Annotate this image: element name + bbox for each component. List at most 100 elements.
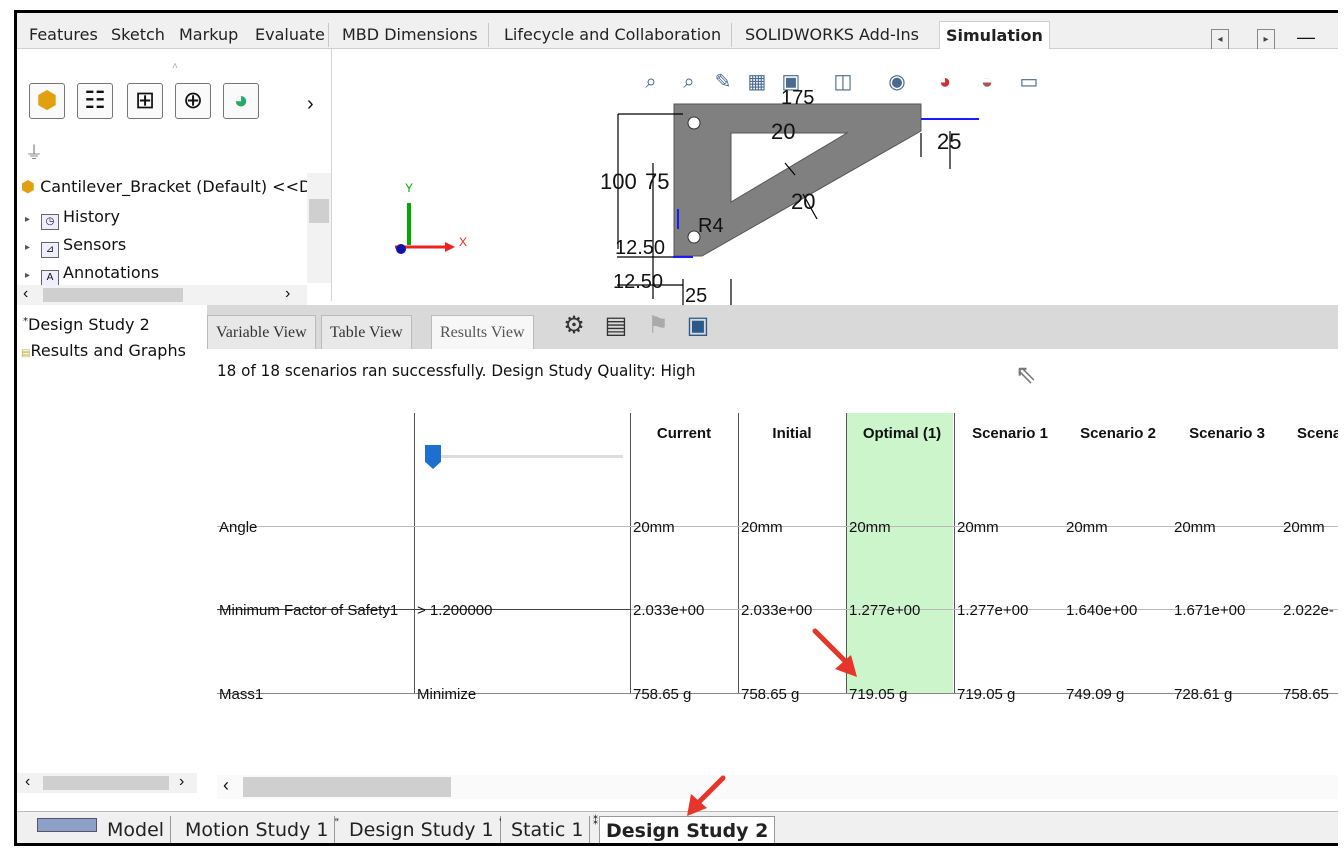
table-cell: 749.09 g — [1066, 686, 1125, 703]
tab-lifecycle-collaboration[interactable]: Lifecycle and Collaboration — [504, 21, 721, 49]
tree-item-sensors[interactable]: ▸ ⊿ Sensors — [25, 235, 126, 258]
row-name-factor-of-safety: Minimum Factor of Safety1 — [219, 602, 399, 619]
tab-static-1[interactable]: Static 1 — [505, 816, 591, 843]
command-manager-tabs: Features Sketch Markup Evaluate MBD Dime… — [17, 13, 1338, 51]
col-header-scenario-2: Scenario 2 — [1080, 425, 1156, 442]
scenario-slider-track[interactable] — [427, 455, 623, 458]
expand-arrow-icon[interactable]: ▸ — [25, 242, 41, 253]
mouse-cursor-icon: ⇖ — [1015, 359, 1037, 389]
tab-markup[interactable]: Markup — [179, 21, 238, 49]
table-cell: 758.65 — [1283, 686, 1329, 703]
table-cell: 2.033e+00 — [633, 602, 705, 619]
dimension-175[interactable]: 175 — [781, 87, 814, 110]
table-cell-optimal-mass: 719.05 g — [849, 686, 908, 703]
part-small-icon: ⬢ — [21, 177, 35, 196]
col-header-scenario-3: Scenario 3 — [1189, 425, 1265, 442]
dimension-75[interactable]: 75 — [645, 169, 669, 195]
col-header-optimal: Optimal (1) — [862, 425, 942, 442]
chevron-right-icon[interactable]: › — [307, 93, 314, 116]
tree-root-part[interactable]: ⬢ Cantilever_Bracket (Default) <<D — [21, 177, 311, 196]
settings-gear-icon[interactable]: ⚙ — [557, 309, 591, 343]
dimxpert-icon[interactable]: ⊕ — [175, 83, 211, 119]
dimension-20-diagonal[interactable]: 20 — [791, 189, 815, 215]
triad-x-label: X — [459, 235, 468, 249]
tab-design-study-1[interactable]: Design Study 1 — [343, 816, 501, 843]
tab-simulation[interactable]: Simulation — [939, 21, 1050, 49]
table-cell: 1.671e+00 — [1174, 602, 1246, 619]
graphics-area[interactable]: ⌕ ⌕ ✎ ▦ ▣ ◫ ◉ ◕ ◒ ▭ Y X 175 20 25 100 75… — [333, 49, 1338, 307]
scrollbar-thumb[interactable] — [243, 777, 451, 797]
tab-solidworks-add-ins[interactable]: SOLIDWORKS Add-Ins — [745, 21, 919, 49]
expand-arrow-icon[interactable]: ▸ — [25, 270, 41, 281]
tab-results-view[interactable]: Results View — [431, 315, 534, 349]
sensors-icon: ⊿ — [41, 242, 59, 258]
table-cell: 20mm — [741, 519, 783, 536]
annotations-icon: A — [41, 270, 59, 286]
table-cell: 728.61 g — [1174, 686, 1233, 703]
part-icon[interactable]: ⬢ — [29, 83, 65, 119]
tab-variable-view[interactable]: Variable View — [207, 315, 316, 349]
bracket-drawing — [395, 103, 979, 305]
minimize-icon[interactable]: — — [1297, 27, 1315, 48]
tab-evaluate[interactable]: Evaluate — [255, 21, 325, 49]
tab-model[interactable]: Model — [101, 816, 172, 843]
table-cell: 20mm — [957, 519, 999, 536]
dimension-20-top[interactable]: 20 — [771, 119, 795, 145]
dimension-12-50-lower[interactable]: 12.50 — [613, 271, 663, 294]
tab-features[interactable]: Features — [29, 21, 98, 49]
table-cell: 20mm — [1174, 519, 1216, 536]
history-icon: ◷ — [41, 214, 59, 230]
annotation-arrow-icon — [687, 775, 726, 816]
results-hscrollbar[interactable]: ‹ — [217, 775, 1338, 799]
tab-sketch[interactable]: Sketch — [111, 21, 165, 49]
study-type-icon: ‛ — [499, 816, 502, 830]
display-manager-icon[interactable]: ◕ — [223, 83, 259, 119]
col-header-scenario-1: Scenario 1 — [972, 425, 1048, 442]
expand-arrow-icon[interactable]: ▸ — [25, 214, 41, 225]
study-tree-root[interactable]: *Design Study 2 — [23, 315, 150, 334]
col-header-initial: Initial — [772, 425, 812, 442]
row-name-mass: Mass1 — [219, 686, 264, 703]
tree-vertical-scrollbar[interactable] — [307, 173, 331, 283]
dimension-100[interactable]: 100 — [600, 169, 637, 195]
table-cell: 2.022e- — [1283, 602, 1334, 619]
triad-y-label: Y — [405, 181, 414, 195]
run-icon[interactable]: ⚑ — [641, 309, 675, 343]
results-and-graphs-item[interactable]: ▤Results and Graphs — [21, 341, 186, 360]
property-manager-icon[interactable]: ☷ — [77, 83, 113, 119]
tab-motion-study-1[interactable]: Motion Study 1 — [179, 816, 336, 843]
tree-horizontal-scrollbar[interactable]: ‹ › — [17, 285, 307, 305]
col-header-current: Current — [656, 425, 712, 442]
filter-icon[interactable]: ⏚ — [25, 139, 43, 165]
design-study-toolbar: Variable View Table View Results View ⚙ … — [207, 305, 1338, 349]
dimension-25-right[interactable]: 25 — [937, 129, 961, 155]
prev-arrow-icon[interactable]: ◂ — [1211, 29, 1229, 51]
dimension-r4[interactable]: R4 — [698, 215, 724, 238]
row-name-angle: Angle — [219, 519, 258, 536]
configuration-manager-icon[interactable]: ⊞ — [127, 83, 163, 119]
row-condition: > 1.200000 — [417, 602, 493, 619]
study-tree-hscrollbar[interactable]: ‹ › — [17, 773, 197, 793]
table-cell: 1.277e+00 — [957, 602, 1029, 619]
study-type-icon: ‟ — [335, 816, 339, 830]
results-table: Current Initial Optimal (1) Scenario 1 S… — [217, 413, 1338, 703]
tab-scroll-arrows-icon[interactable] — [37, 818, 97, 832]
tab-table-view[interactable]: Table View — [321, 315, 412, 349]
col-header-scenario-4: Scena — [1297, 425, 1338, 442]
table-cell: 2.033e+00 — [741, 602, 813, 619]
tree-item-history[interactable]: ▸ ◷ History — [25, 207, 120, 230]
save-icon[interactable]: ▣ — [681, 309, 715, 343]
row-condition: Minimize — [417, 686, 477, 703]
table-cell: 1.277e+00 — [849, 602, 921, 619]
tree-item-annotations[interactable]: ▸ A Annotations — [25, 263, 159, 286]
tab-mbd-dimensions[interactable]: MBD Dimensions — [342, 21, 478, 49]
next-arrow-icon[interactable]: ▸ — [1257, 29, 1275, 51]
report-icon[interactable]: ▤ — [599, 309, 633, 343]
feature-manager-panel: ˄ ⬢ ☷ ⊞ ⊕ ◕ › ⏚ ⬢ Cantilever_Bracket (De… — [17, 49, 332, 305]
scenario-slider-thumb[interactable] — [425, 445, 441, 469]
table-cell: 758.65 g — [633, 686, 692, 703]
collapse-handle-icon[interactable]: ˄ — [172, 61, 178, 72]
table-cell: 20mm — [1283, 519, 1325, 536]
bottom-study-tabs: Model Motion Study 1 ‟ Design Study 1 ‛ … — [17, 775, 1338, 843]
dimension-12-50-upper[interactable]: 12.50 — [615, 237, 665, 260]
